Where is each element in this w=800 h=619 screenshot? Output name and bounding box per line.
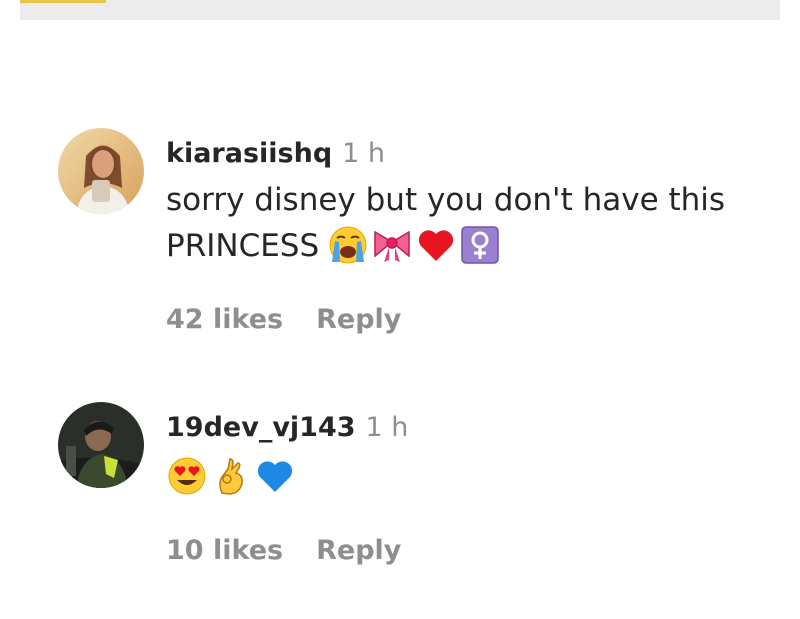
comment-text	[166, 451, 776, 497]
comment-timestamp: 1 h	[365, 412, 409, 443]
blue-heart-icon	[257, 460, 293, 492]
comment-actions: 10 likes Reply	[166, 535, 776, 566]
likes-count[interactable]: 10 likes	[166, 535, 283, 566]
comment-text-line: PRINCESS	[166, 228, 320, 264]
comment-username[interactable]: kiarasiishq	[166, 138, 332, 169]
avatar[interactable]	[58, 128, 144, 214]
comment-timestamp: 1 h	[342, 138, 386, 169]
comment-text-line: sorry disney but you don't have this	[166, 182, 726, 218]
red-heart-icon	[419, 229, 454, 261]
comment-actions: 42 likes Reply	[166, 304, 776, 335]
emoji-row	[327, 224, 501, 266]
comment-username[interactable]: 19dev_vj143	[166, 412, 356, 443]
top-bar	[20, 0, 780, 20]
ribbon-icon	[374, 230, 410, 262]
female-sign-icon	[461, 225, 499, 264]
comment-text: sorry disney but you don't have this PRI…	[166, 177, 776, 269]
top-bar-accent	[20, 0, 106, 3]
loudly-crying-face-icon	[329, 226, 367, 263]
reply-button[interactable]: Reply	[316, 535, 401, 566]
likes-count[interactable]: 42 likes	[166, 304, 283, 335]
heart-eyes-face-icon	[168, 457, 206, 494]
ok-hand-icon	[219, 457, 243, 495]
avatar[interactable]	[58, 402, 144, 488]
reply-button[interactable]: Reply	[316, 304, 401, 335]
emoji-row	[166, 455, 296, 497]
